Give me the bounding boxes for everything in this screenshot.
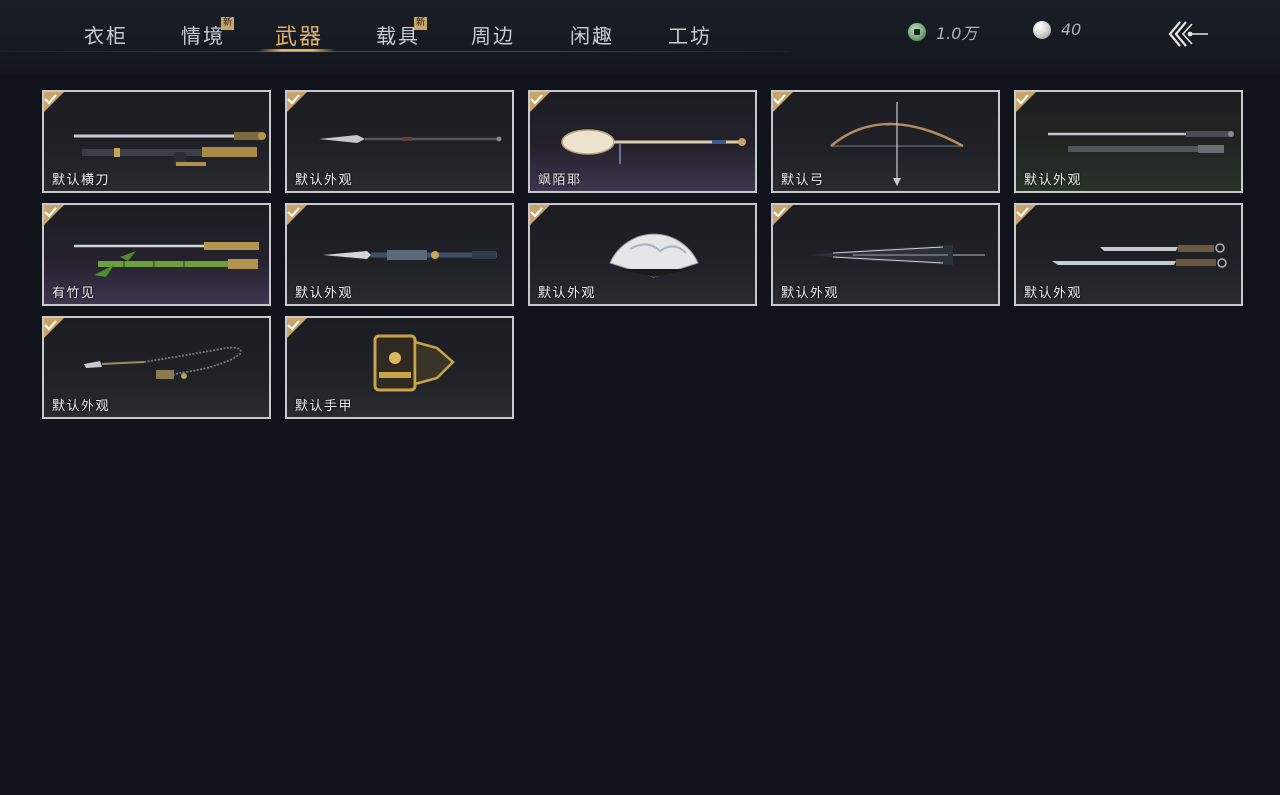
- owned-check-icon: [1016, 92, 1036, 112]
- tab-workshop[interactable]: 工坊: [668, 20, 712, 49]
- pearl-amount: 40: [1061, 20, 1082, 39]
- item-label: 有竹见: [52, 286, 96, 301]
- tabs-divider: [0, 51, 790, 52]
- weapon-card[interactable]: 默认横刀: [42, 90, 271, 193]
- item-label: 默认外观: [538, 286, 597, 301]
- top-bar: 衣柜 情境 新 武器 载具 新 周边 闲趣 工坊 1.0万 40: [0, 0, 1280, 74]
- item-label: 默认外观: [295, 286, 354, 301]
- weapon-card[interactable]: 默认手甲: [285, 316, 514, 419]
- jade-coin-icon: [908, 23, 926, 41]
- weapon-card[interactable]: 默认弓: [771, 90, 1000, 193]
- owned-check-icon: [44, 318, 64, 338]
- back-arrow-icon: [1168, 21, 1208, 47]
- new-badge: 新: [221, 17, 234, 30]
- owned-check-icon: [44, 92, 64, 112]
- owned-check-icon: [287, 92, 307, 112]
- tab-weapons[interactable]: 武器: [275, 19, 323, 51]
- owned-check-icon: [530, 92, 550, 112]
- tab-wardrobe[interactable]: 衣柜: [84, 20, 128, 49]
- owned-check-icon: [287, 318, 307, 338]
- item-label: 默认手甲: [295, 399, 354, 414]
- tab-scene[interactable]: 情境: [181, 20, 225, 49]
- item-label: 默认横刀: [52, 173, 111, 188]
- item-label: 默认外观: [1024, 286, 1083, 301]
- weapon-card[interactable]: 有竹见: [42, 203, 271, 306]
- pearl-currency[interactable]: 40: [1033, 20, 1081, 39]
- weapon-card[interactable]: 默认外观: [771, 203, 1000, 306]
- weapon-card[interactable]: 默认外观: [42, 316, 271, 419]
- tab-leisure[interactable]: 闲趣: [570, 20, 614, 49]
- weapon-card[interactable]: 默认外观: [285, 90, 514, 193]
- item-label: 飒陌耶: [538, 173, 582, 188]
- item-label: 默认弓: [781, 173, 825, 188]
- item-label: 默认外观: [295, 173, 354, 188]
- category-tabs: 衣柜 情境 新 武器 载具 新 周边 闲趣 工坊: [0, 0, 790, 54]
- tab-accessories[interactable]: 周边: [471, 20, 515, 49]
- jade-amount: 1.0万: [936, 24, 978, 43]
- weapon-card[interactable]: 飒陌耶: [528, 90, 757, 193]
- owned-check-icon: [44, 205, 64, 225]
- new-badge: 新: [414, 17, 427, 30]
- back-button[interactable]: [1166, 18, 1210, 50]
- weapon-card[interactable]: 默认外观: [1014, 90, 1243, 193]
- jade-currency[interactable]: 1.0万: [908, 20, 977, 44]
- owned-check-icon: [530, 205, 550, 225]
- weapon-card[interactable]: 默认外观: [528, 203, 757, 306]
- owned-check-icon: [1016, 205, 1036, 225]
- weapon-card[interactable]: 默认外观: [285, 203, 514, 306]
- owned-check-icon: [773, 92, 793, 112]
- item-label: 默认外观: [52, 399, 111, 414]
- item-label: 默认外观: [1024, 173, 1083, 188]
- pearl-icon: [1033, 20, 1051, 39]
- owned-check-icon: [773, 205, 793, 225]
- item-label: 默认外观: [781, 286, 840, 301]
- weapon-card[interactable]: 默认外观: [1014, 203, 1243, 306]
- owned-check-icon: [287, 205, 307, 225]
